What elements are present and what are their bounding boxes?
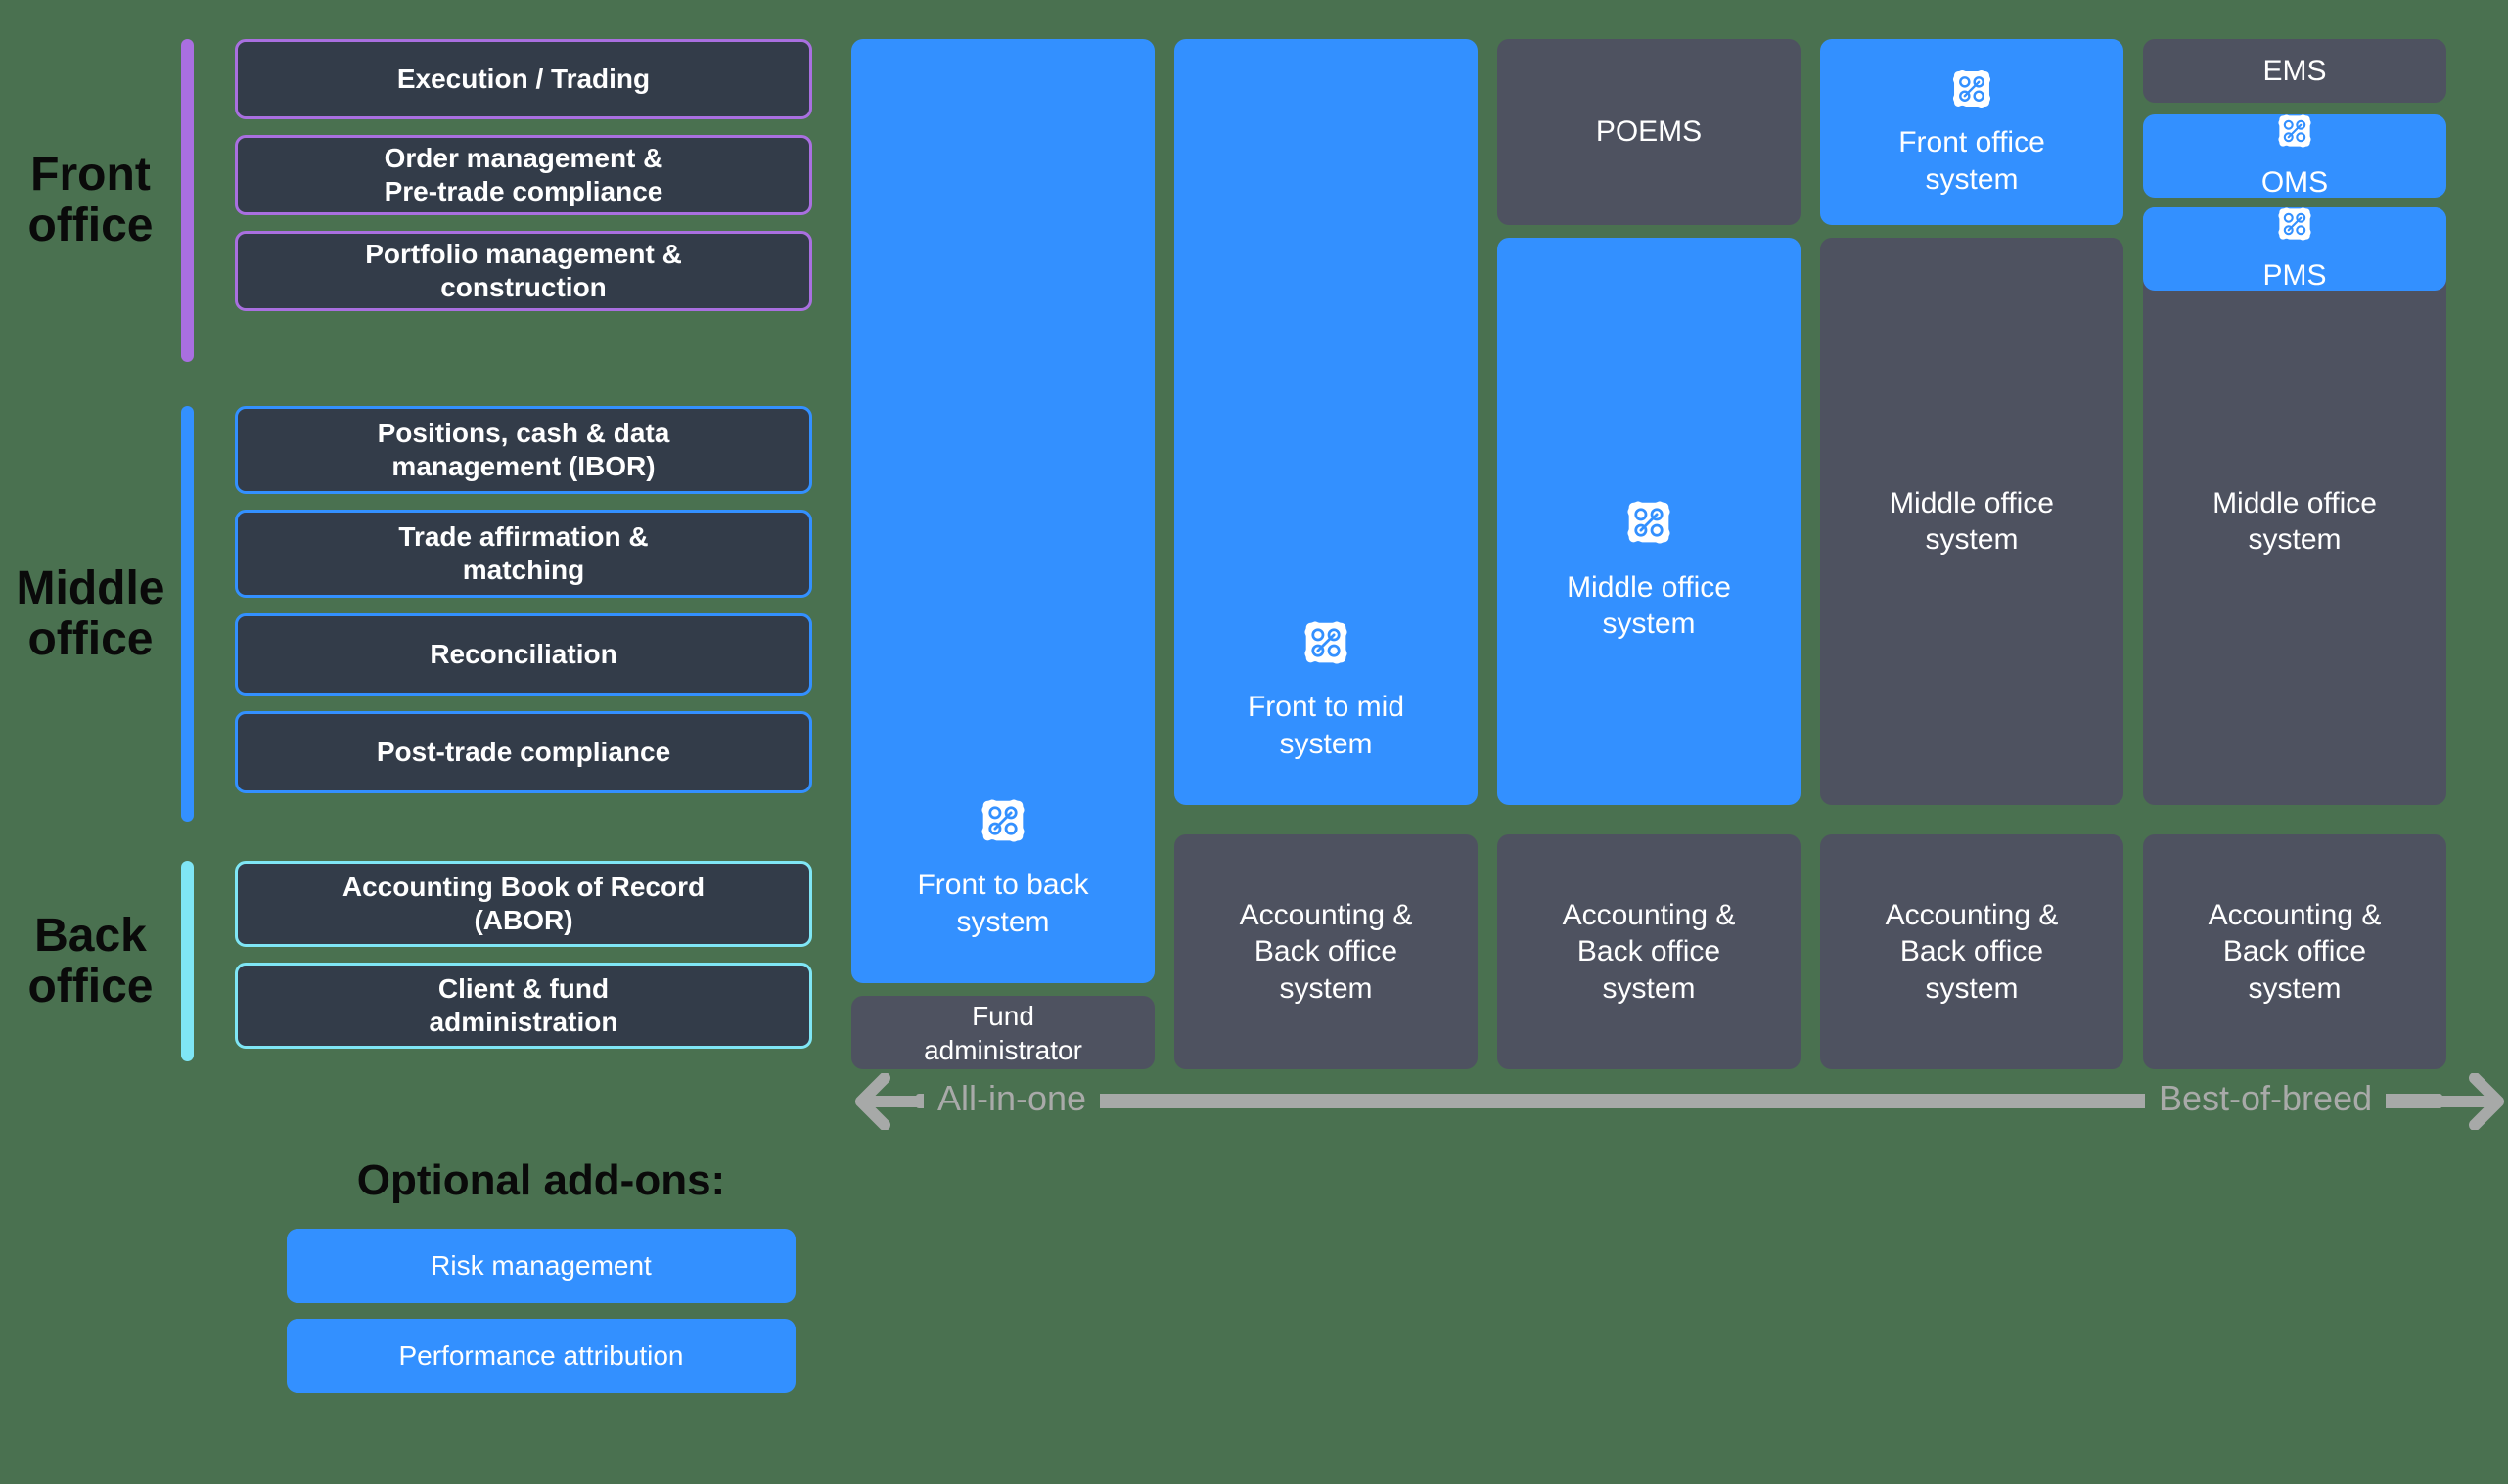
spectrum-label-right: Best-of-breed [2145, 1078, 2387, 1119]
function-card[interactable]: Accounting Book of Record (ABOR) [235, 861, 812, 947]
system-tile-label: Front to back system [917, 869, 1089, 938]
optional-addons-list: Risk management Performance attribution [287, 1229, 796, 1393]
function-card-list-back-office: Accounting Book of Record (ABOR) Client &… [235, 861, 812, 1061]
arrow-left-icon [851, 1072, 930, 1135]
network-nodes-icon [1949, 67, 1994, 121]
network-nodes-icon [1623, 497, 1674, 558]
system-tile-middle-office[interactable]: Middle office system [2143, 238, 2446, 805]
function-card[interactable]: Trade affirmation & matching [235, 510, 812, 598]
spectrum-label-left: All-in-one [924, 1078, 1101, 1119]
system-tile-label: PMS [2262, 258, 2327, 292]
system-tile-oms[interactable]: OMS [2143, 112, 2446, 199]
function-card[interactable]: Execution / Trading [235, 39, 812, 119]
system-tile-front-to-mid[interactable]: Front to mid system [1174, 39, 1478, 805]
network-nodes-icon [2275, 112, 2314, 160]
network-nodes-icon [2275, 204, 2314, 253]
system-tile-ems[interactable]: EMS [2143, 39, 2446, 103]
accent-bar-middle-office [181, 406, 194, 822]
section-label-front-office: Front office [27, 149, 154, 251]
system-tile-label: Middle office system [1890, 486, 2054, 557]
system-tile-label: OMS [2260, 165, 2329, 199]
system-tile-middle-office[interactable]: Middle office system [1497, 238, 1801, 805]
section-label-middle-office: Middle office [16, 562, 165, 665]
spectrum-axis: All-in-one Best-of-breed [851, 1066, 2508, 1135]
function-card[interactable]: Positions, cash & data management (IBOR) [235, 406, 812, 494]
function-card[interactable]: Order management & Pre-trade compliance [235, 135, 812, 215]
system-tile-accounting-back-office[interactable]: Accounting & Back office system [2143, 834, 2446, 1069]
system-tile-poems[interactable]: POEMS [1497, 39, 1801, 225]
optional-addons-group: Optional add-ons: Risk management Perfor… [0, 1156, 812, 1409]
system-tile-label: Fund administrator [924, 1000, 1082, 1065]
system-tile-front-to-back[interactable]: Front to back system [851, 39, 1155, 983]
system-tile-pms-overlay[interactable]: PMS [2143, 204, 2446, 292]
system-tile-label: Accounting & Back office system [1562, 898, 1736, 1005]
system-tile-label: Accounting & Back office system [2208, 898, 2382, 1005]
network-nodes-icon [978, 795, 1028, 856]
accent-bar-front-office [181, 39, 194, 362]
function-card[interactable]: Post-trade compliance [235, 711, 812, 793]
system-tile-label: Front office system [1898, 126, 2045, 196]
addon-card[interactable]: Performance attribution [287, 1319, 796, 1393]
system-tile-label: Accounting & Back office system [1885, 898, 2059, 1005]
system-tile-label: Front to mid system [1247, 691, 1405, 760]
system-tile-accounting-back-office[interactable]: Accounting & Back office system [1174, 834, 1478, 1069]
system-tile-label: Middle office system [1567, 570, 1731, 641]
section-middle-office: Middle office Positions, cash & data manag… [0, 406, 812, 822]
system-tile-front-office[interactable]: Front office system [1820, 39, 2123, 225]
system-tile-label: POEMS [1595, 115, 1703, 149]
function-card[interactable]: Client & fund administration [235, 963, 812, 1049]
system-tile-accounting-back-office[interactable]: Accounting & Back office system [1497, 834, 1801, 1069]
system-tile-label: Middle office system [2212, 486, 2377, 557]
diagram-canvas: Front office Execution / Trading Order ma… [0, 0, 2508, 1484]
arrow-right-icon [2430, 1072, 2508, 1135]
function-card[interactable]: Portfolio management & construction [235, 231, 812, 311]
function-card-list-front-office: Execution / Trading Order management & Pr… [235, 39, 812, 362]
system-tile-accounting-back-office[interactable]: Accounting & Back office system [1820, 834, 2123, 1069]
accent-bar-back-office [181, 861, 194, 1061]
network-nodes-icon [1300, 617, 1351, 678]
system-tile-middle-office[interactable]: Middle office system [1820, 238, 2123, 805]
addon-card[interactable]: Risk management [287, 1229, 796, 1303]
system-tile-label: Accounting & Back office system [1239, 898, 1413, 1005]
section-back-office: Back office Accounting Book of Record (ABO… [0, 861, 812, 1061]
system-tile-label: EMS [2262, 54, 2327, 87]
section-front-office: Front office Execution / Trading Order ma… [0, 39, 812, 362]
function-card-list-middle-office: Positions, cash & data management (IBOR) … [235, 406, 812, 822]
functions-panel: Front office Execution / Trading Order ma… [0, 0, 812, 1484]
section-label-back-office: Back office [27, 909, 154, 1012]
function-card[interactable]: Reconciliation [235, 613, 812, 696]
optional-addons-title: Optional add-ons: [356, 1156, 726, 1204]
system-tile-fund-administrator[interactable]: Fund administrator [851, 996, 1155, 1069]
